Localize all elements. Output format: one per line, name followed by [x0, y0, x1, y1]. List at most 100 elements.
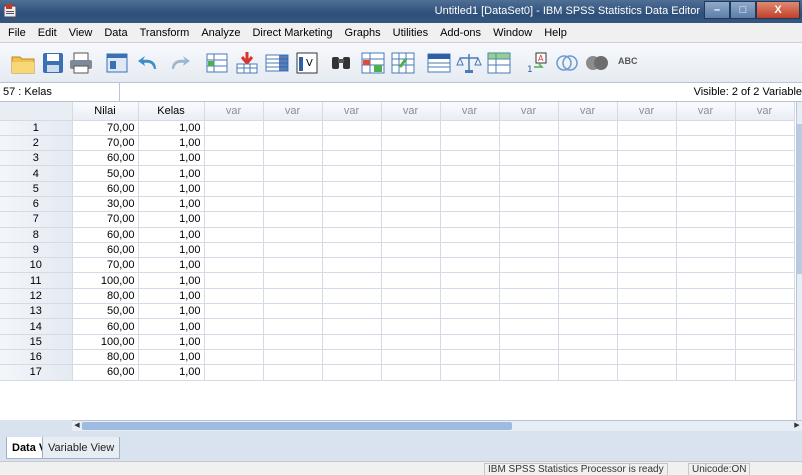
- empty-cell[interactable]: [322, 349, 382, 366]
- empty-cell[interactable]: [617, 318, 677, 335]
- empty-cell[interactable]: [617, 150, 677, 167]
- maximize-button[interactable]: □: [730, 1, 756, 19]
- empty-cell[interactable]: [735, 242, 795, 259]
- cell-nilai[interactable]: 70,00: [72, 135, 139, 152]
- cell-kelas[interactable]: 1,00: [138, 334, 205, 350]
- menu-analyze[interactable]: Analyze: [195, 27, 246, 39]
- empty-cell[interactable]: [381, 288, 441, 305]
- empty-cell[interactable]: [263, 120, 323, 136]
- empty-cell[interactable]: [558, 349, 618, 366]
- cell-nilai[interactable]: 60,00: [72, 181, 139, 197]
- undo-icon[interactable]: [136, 51, 162, 75]
- row-number[interactable]: 16: [0, 349, 73, 366]
- spss-app-icon[interactable]: [4, 4, 16, 17]
- empty-cell[interactable]: [499, 272, 559, 289]
- empty-cell[interactable]: [735, 196, 795, 213]
- empty-cell[interactable]: [558, 211, 618, 228]
- cell-nilai[interactable]: 60,00: [72, 227, 139, 243]
- empty-cell[interactable]: [263, 303, 323, 320]
- menu-utilities[interactable]: Utilities: [387, 27, 434, 39]
- cell-kelas[interactable]: 1,00: [138, 227, 205, 243]
- empty-cell[interactable]: [735, 303, 795, 320]
- empty-cell[interactable]: [617, 364, 677, 381]
- empty-cell[interactable]: [381, 257, 441, 274]
- empty-cell[interactable]: [322, 196, 382, 213]
- menu-window[interactable]: Window: [487, 27, 538, 39]
- empty-cell[interactable]: [617, 120, 677, 136]
- insert-cases-icon[interactable]: [360, 51, 386, 75]
- empty-cell[interactable]: [676, 181, 736, 197]
- cell-nilai[interactable]: 60,00: [72, 242, 139, 259]
- empty-cell[interactable]: [617, 288, 677, 305]
- empty-cell[interactable]: [322, 242, 382, 259]
- empty-cell[interactable]: [381, 181, 441, 197]
- empty-cell[interactable]: [322, 165, 382, 182]
- cell-kelas[interactable]: 1,00: [138, 257, 205, 274]
- empty-cell[interactable]: [617, 242, 677, 259]
- empty-cell[interactable]: [558, 303, 618, 320]
- cell-nilai[interactable]: 80,00: [72, 349, 139, 366]
- horizontal-scroll-thumb[interactable]: [82, 422, 512, 430]
- redo-icon[interactable]: [166, 51, 192, 75]
- empty-cell[interactable]: [676, 211, 736, 228]
- empty-cell[interactable]: [263, 257, 323, 274]
- row-number[interactable]: 14: [0, 318, 73, 335]
- column-header-var[interactable]: var: [558, 102, 618, 121]
- empty-cell[interactable]: [558, 150, 618, 167]
- empty-cell[interactable]: [440, 227, 500, 243]
- empty-cell[interactable]: [499, 196, 559, 213]
- empty-cell[interactable]: [204, 364, 264, 381]
- empty-cell[interactable]: [381, 364, 441, 381]
- use-variable-sets-icon[interactable]: [554, 51, 580, 75]
- empty-cell[interactable]: [263, 318, 323, 335]
- empty-cell[interactable]: [676, 196, 736, 213]
- empty-cell[interactable]: [676, 349, 736, 366]
- empty-cell[interactable]: [617, 227, 677, 243]
- cell-nilai[interactable]: 70,00: [72, 257, 139, 274]
- empty-cell[interactable]: [204, 120, 264, 136]
- empty-cell[interactable]: [499, 242, 559, 259]
- row-number[interactable]: 5: [0, 181, 73, 197]
- empty-cell[interactable]: [617, 303, 677, 320]
- menu-graphs[interactable]: Graphs: [339, 27, 387, 39]
- empty-cell[interactable]: [381, 150, 441, 167]
- empty-cell[interactable]: [263, 211, 323, 228]
- empty-cell[interactable]: [440, 364, 500, 381]
- cell-nilai[interactable]: 80,00: [72, 288, 139, 305]
- empty-cell[interactable]: [440, 135, 500, 152]
- empty-cell[interactable]: [499, 257, 559, 274]
- row-number[interactable]: 13: [0, 303, 73, 320]
- empty-cell[interactable]: [204, 227, 264, 243]
- empty-cell[interactable]: [676, 303, 736, 320]
- empty-cell[interactable]: [676, 135, 736, 152]
- empty-cell[interactable]: [322, 211, 382, 228]
- cell-nilai[interactable]: 70,00: [72, 120, 139, 136]
- empty-cell[interactable]: [204, 257, 264, 274]
- cell-kelas[interactable]: 1,00: [138, 196, 205, 213]
- empty-cell[interactable]: [558, 242, 618, 259]
- empty-cell[interactable]: [735, 288, 795, 305]
- empty-cell[interactable]: [735, 120, 795, 136]
- cell-nilai[interactable]: 30,00: [72, 196, 139, 213]
- menu-edit[interactable]: Edit: [32, 27, 63, 39]
- empty-cell[interactable]: [676, 334, 736, 350]
- empty-cell[interactable]: [735, 135, 795, 152]
- cell-kelas[interactable]: 1,00: [138, 318, 205, 335]
- empty-cell[interactable]: [735, 211, 795, 228]
- empty-cell[interactable]: [263, 364, 323, 381]
- cell-kelas[interactable]: 1,00: [138, 288, 205, 305]
- empty-cell[interactable]: [735, 150, 795, 167]
- empty-cell[interactable]: [558, 135, 618, 152]
- empty-cell[interactable]: [558, 364, 618, 381]
- empty-cell[interactable]: [499, 288, 559, 305]
- scroll-left-arrow-icon[interactable]: ◀: [72, 421, 82, 431]
- empty-cell[interactable]: [735, 227, 795, 243]
- empty-cell[interactable]: [204, 288, 264, 305]
- empty-cell[interactable]: [499, 364, 559, 381]
- column-header-var[interactable]: var: [381, 102, 441, 121]
- cell-kelas[interactable]: 1,00: [138, 120, 205, 136]
- empty-cell[interactable]: [263, 165, 323, 182]
- minimize-button[interactable]: –: [704, 1, 730, 19]
- row-number[interactable]: 11: [0, 272, 73, 289]
- empty-cell[interactable]: [263, 135, 323, 152]
